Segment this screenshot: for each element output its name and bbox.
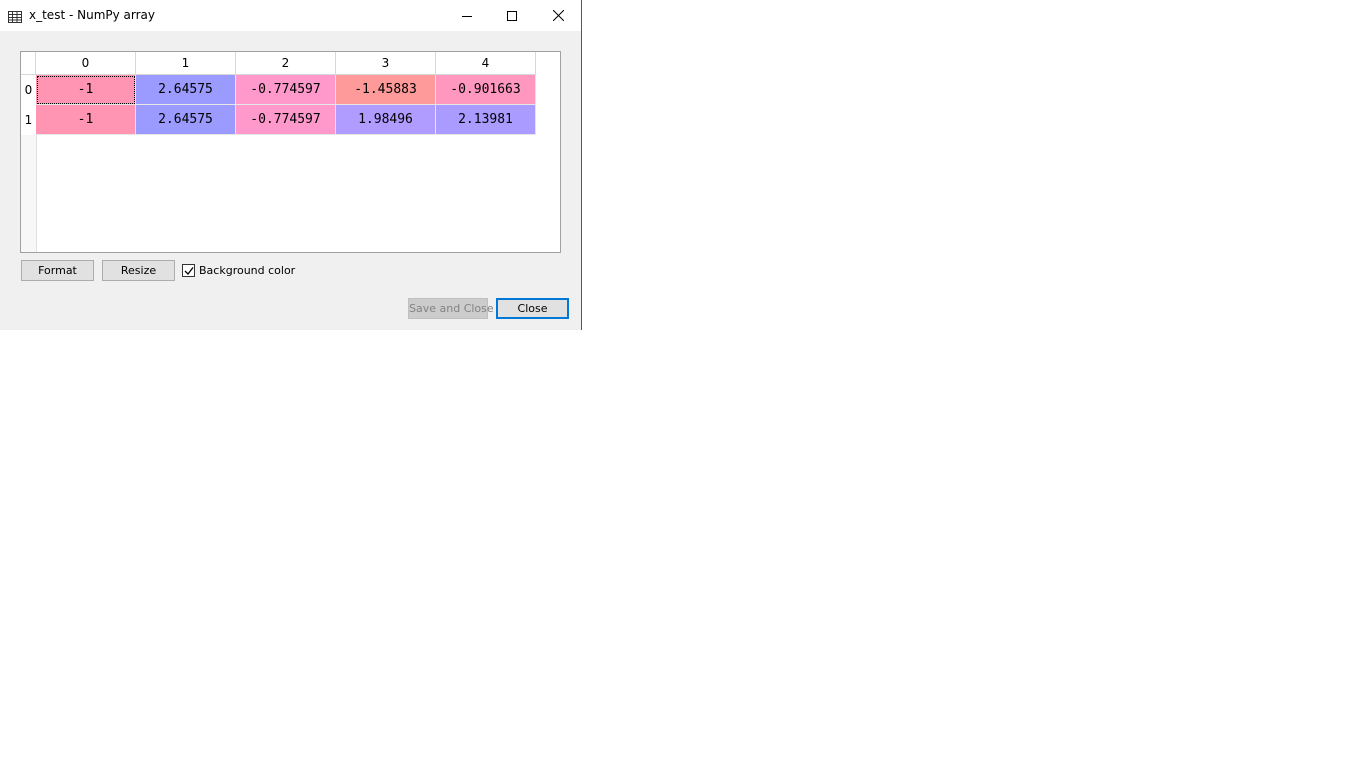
table-cell[interactable]: -1 (36, 75, 136, 105)
close-window-button[interactable] (536, 0, 581, 31)
column-header-4[interactable]: 4 (436, 52, 536, 75)
background-color-checkbox[interactable] (182, 264, 195, 277)
minimize-icon (461, 15, 472, 17)
table-corner[interactable] (21, 52, 36, 75)
column-header-2[interactable]: 2 (236, 52, 336, 75)
table-icon (8, 8, 22, 23)
table-cell[interactable]: -1 (36, 105, 136, 135)
resize-button[interactable]: Resize (102, 260, 175, 281)
table-cell[interactable]: -1.45883 (336, 75, 436, 105)
checkmark-icon (184, 267, 194, 275)
table-cell[interactable]: 2.13981 (436, 105, 536, 135)
background-color-label[interactable]: Background color (199, 264, 295, 277)
column-header-3[interactable]: 3 (336, 52, 436, 75)
format-button[interactable]: Format (21, 260, 94, 281)
column-header-0[interactable]: 0 (36, 52, 136, 75)
maximize-button[interactable] (489, 0, 534, 31)
minimize-button[interactable] (444, 0, 489, 31)
window-title: x_test - NumPy array (29, 8, 155, 22)
table-cell[interactable]: -0.774597 (236, 75, 336, 105)
table-cell[interactable]: 2.64575 (136, 75, 236, 105)
maximize-icon (506, 10, 517, 21)
table-cell[interactable]: -0.774597 (236, 105, 336, 135)
table-cell[interactable]: -0.901663 (436, 75, 536, 105)
title-bar[interactable]: x_test - NumPy array (0, 0, 581, 31)
close-icon (553, 10, 564, 21)
row-header-0[interactable]: 0 (21, 75, 36, 105)
row-header-1[interactable]: 1 (21, 105, 36, 135)
save-and-close-button[interactable]: Save and Close (408, 298, 494, 319)
close-button[interactable]: Close (496, 298, 569, 319)
numpy-array-editor-window: x_test - NumPy array 0 1 2 3 4 0 1 -1 2.… (0, 0, 582, 330)
table-cell[interactable]: 2.64575 (136, 105, 236, 135)
column-header-1[interactable]: 1 (136, 52, 236, 75)
table-cell[interactable]: 1.98496 (336, 105, 436, 135)
array-table[interactable]: 0 1 2 3 4 0 1 -1 2.64575 -0.774597 -1.45… (20, 51, 561, 253)
